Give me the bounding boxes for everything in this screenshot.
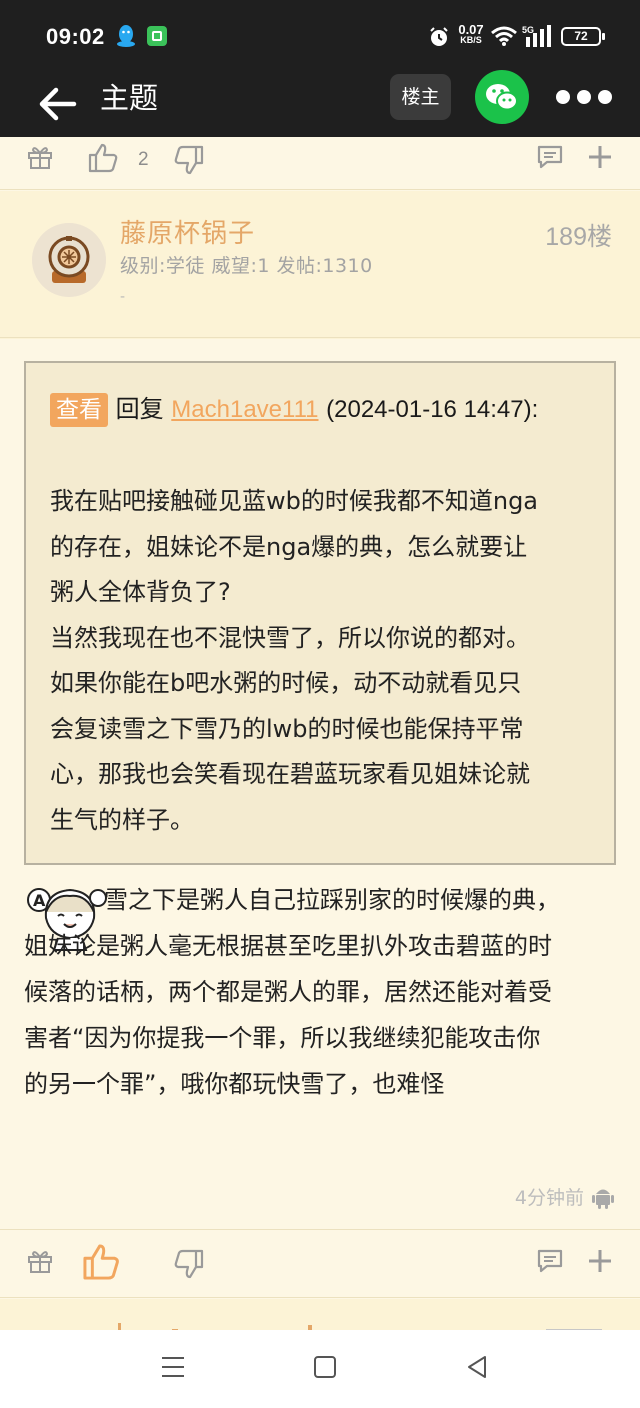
next-post-cut-text <box>118 1323 602 1330</box>
quote-header: 查看 回复 Mach1ave111 (2024-01-16 14:47): <box>50 391 538 428</box>
status-bar: 09:02 0.07 KB/S 5G 72 <box>0 0 640 74</box>
network-speed: 0.07 KB/S <box>455 22 487 46</box>
thumbs-down-icon[interactable] <box>172 143 206 177</box>
like-count: 2 <box>138 149 149 170</box>
quote-line: 我在贴吧接触碰见蓝wb的时候我都不知道nga <box>50 487 539 515</box>
menu-icon[interactable] <box>160 1354 186 1380</box>
post-username[interactable]: 藤原杯锅子 <box>120 213 255 250</box>
plus-icon[interactable] <box>586 1247 614 1275</box>
reply-line: 雪之下是粥人自己拉踩别家的时候爆的典， <box>24 877 620 923</box>
wechat-icon <box>486 84 518 111</box>
thread-content[interactable]: 2 藤原杯锅子 189楼 级别:学徒 威望:1 发帖:1310 - 查看 回复 … <box>0 137 640 1330</box>
quote-line: 会复读雪之下雪乃的lwb的时候也能保持平常 <box>50 714 524 743</box>
reply-line: 姐妹论是粥人毫无根据甚至吃里扒外攻击碧蓝的时 <box>24 932 552 960</box>
quoted-time: (2024-01-16 14:47): <box>326 396 539 423</box>
more-dot-icon <box>577 90 591 104</box>
view-quote-badge[interactable]: 查看 <box>50 393 108 427</box>
comment-icon[interactable] <box>536 143 564 171</box>
reply-line: 的另一个罪”，哦你都玩快雪了，也难怪 <box>24 1070 445 1098</box>
wifi-icon <box>491 26 517 46</box>
quote-line: 粥人全体背负了? <box>50 578 231 606</box>
quote-line: 心，那我也会笑看现在碧蓝玩家看见姐妹论就 <box>50 760 530 788</box>
thumbs-up-icon[interactable] <box>86 141 120 175</box>
wechat-share-button[interactable] <box>475 70 529 124</box>
post-divider <box>0 1229 640 1230</box>
comment-icon[interactable] <box>536 1247 564 1275</box>
reply-label: 回复 <box>115 395 164 423</box>
home-icon[interactable] <box>312 1354 338 1380</box>
reply-body: 雪之下是粥人自己拉踩别家的时候爆的典， 姐妹论是粥人毫无根据甚至吃里扒外攻击碧蓝… <box>24 877 620 1107</box>
user-meta-extra: - <box>120 289 126 305</box>
post-header: 藤原杯锅子 189楼 级别:学徒 威望:1 发帖:1310 - <box>0 191 640 339</box>
cellular-signal-icon: 5G <box>522 25 551 47</box>
network-type: 5G <box>522 25 534 35</box>
post-time: 4分钟前 <box>514 1187 584 1209</box>
thumbs-down-icon[interactable] <box>172 1247 206 1281</box>
reply-line: 候落的话柄，两个都是粥人的罪，居然还能对着受 <box>24 978 552 1006</box>
more-dot-icon <box>556 90 570 104</box>
system-navigation-bar <box>0 1330 640 1408</box>
thumbs-up-icon[interactable] <box>80 1241 122 1283</box>
post-divider <box>0 337 640 338</box>
more-dot-icon <box>598 90 612 104</box>
previous-post-actions: 2 <box>0 137 640 187</box>
quote-block: 查看 回复 Mach1ave111 (2024-01-16 14:47): 我在… <box>24 361 616 865</box>
reply-line: 害者“因为你提我一个罪，所以我继续犯能攻击你 <box>24 1024 541 1052</box>
alarm-clock-icon <box>430 27 448 46</box>
floor-number: 189楼 <box>545 223 612 251</box>
app-notification-icon <box>147 26 167 46</box>
reply-line-text: 雪之下是粥人自己拉踩别家的时候爆的典， <box>104 886 560 914</box>
android-icon <box>592 1189 614 1209</box>
network-speed-value: 0.07 <box>458 22 484 37</box>
plus-icon[interactable] <box>586 143 614 171</box>
post-divider <box>0 189 640 190</box>
next-post-peek[interactable] <box>0 1299 640 1330</box>
back-triangle-icon[interactable] <box>464 1354 490 1380</box>
quote-line: 当然我现在也不混快雪了，所以你说的都对。 <box>50 623 530 652</box>
app-bar: 主题 楼主 <box>0 70 640 137</box>
more-options-button[interactable] <box>556 90 612 106</box>
post-actions <box>0 1237 640 1287</box>
quote-body: 我在贴吧接触碰见蓝wb的时候我都不知道nga 的存在，姐妹论不是nga爆的典，怎… <box>50 479 598 843</box>
quote-line: 生气的样子。 <box>50 805 194 834</box>
gift-icon[interactable] <box>26 1247 54 1275</box>
back-arrow-icon[interactable] <box>38 82 78 126</box>
gift-icon[interactable] <box>26 143 54 171</box>
user-avatar[interactable] <box>32 223 106 297</box>
page-title: 主题 <box>100 81 159 115</box>
quoted-user-link[interactable]: Mach1ave111 <box>171 396 318 423</box>
quote-line: 如果你能在b吧水粥的时候，动不动就看见只 <box>50 669 522 697</box>
quote-line: 的存在，姐妹论不是nga爆的典，怎么就要让 <box>50 532 528 561</box>
diving-helmet-avatar-icon <box>32 223 106 297</box>
qq-penguin-icon <box>117 25 135 47</box>
battery-indicator: 72 <box>561 27 605 46</box>
user-meta: 级别:学徒 威望:1 发帖:1310 <box>120 255 373 277</box>
status-time: 09:02 <box>46 24 105 49</box>
post-divider <box>0 1297 640 1298</box>
only-owner-button[interactable]: 楼主 <box>390 74 451 120</box>
